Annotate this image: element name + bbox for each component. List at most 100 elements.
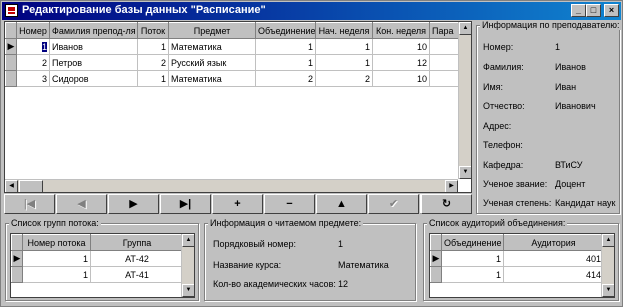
table-cell[interactable]: 1: [137, 70, 169, 87]
table-cell[interactable]: 1: [137, 38, 169, 55]
scroll-up-icon[interactable]: ▲: [182, 234, 194, 247]
column-header-union[interactable]: Объединение: [441, 234, 504, 251]
column-header-stream[interactable]: Поток: [137, 22, 169, 39]
subject-info-caption: Информация о читаемом предмете:: [208, 218, 364, 228]
table-cell[interactable]: 2: [137, 54, 169, 71]
groups-group: Список групп потока: Номер потока Группа…: [5, 218, 199, 301]
teacher-info-group: Информация по преподавателю: Номер: 1 Фа…: [476, 20, 622, 214]
maximize-button[interactable]: □: [586, 4, 601, 17]
nav-post-button[interactable]: ✔: [368, 194, 419, 214]
table-cell[interactable]: АТ-41: [90, 266, 184, 283]
table-cell[interactable]: 1: [441, 250, 504, 267]
row-indicator: [5, 70, 17, 87]
table-row[interactable]: ▶ 1 Иванов 1 Математика 1 1 10: [5, 38, 471, 55]
minimize-button[interactable]: _: [571, 4, 586, 17]
teacher-field-label: Номер:: [483, 42, 514, 52]
subject-info-group: Информация о читаемом предмете: Порядков…: [204, 218, 416, 301]
table-cell[interactable]: 1: [22, 250, 91, 267]
teacher-field-value: Доцент: [555, 179, 586, 189]
teacher-field-label: Ученое звание:: [483, 179, 548, 189]
table-cell[interactable]: 1: [22, 266, 91, 283]
table-row[interactable]: 1 АТ-41: [11, 266, 184, 283]
current-row-indicator-icon: ▶: [5, 38, 17, 55]
column-header-stream-number[interactable]: Номер потока: [22, 234, 91, 251]
table-cell[interactable]: 401: [503, 250, 604, 267]
table-row[interactable]: ▶ 1 АТ-42: [11, 250, 184, 267]
column-header-union[interactable]: Объединение: [255, 22, 316, 39]
table-cell[interactable]: АТ-42: [90, 250, 184, 267]
scroll-right-icon[interactable]: ▶: [445, 180, 458, 192]
scroll-up-icon[interactable]: ▲: [602, 234, 614, 247]
table-cell[interactable]: Иванов: [49, 38, 138, 55]
nav-next-button[interactable]: ▶: [108, 194, 159, 214]
column-header-subject[interactable]: Предмет: [168, 22, 256, 39]
table-cell[interactable]: 1: [441, 266, 504, 283]
nav-prior-button[interactable]: ◀: [56, 194, 107, 214]
nav-delete-button[interactable]: −: [264, 194, 315, 214]
subject-field-value: 1: [338, 239, 344, 249]
table-row[interactable]: 3 Сидоров 1 Математика 2 2 10: [5, 70, 471, 87]
row-indicator-header: [430, 234, 442, 251]
scroll-up-icon[interactable]: ▲: [459, 22, 471, 35]
scroll-down-icon[interactable]: ▼: [459, 166, 471, 179]
schedule-horizontal-scrollbar[interactable]: ◀ ▶: [5, 179, 458, 192]
teacher-field-label: Адрес:: [483, 121, 512, 131]
nav-insert-button[interactable]: +: [212, 194, 263, 214]
schedule-grid[interactable]: Номер Фамилия препод-ля Поток Предмет Об…: [4, 21, 472, 193]
table-cell[interactable]: 2: [16, 54, 50, 71]
table-row[interactable]: ▶ 1 401: [430, 250, 604, 267]
scroll-down-icon[interactable]: ▼: [182, 284, 194, 297]
table-cell[interactable]: 2: [255, 70, 316, 87]
column-header-number[interactable]: Номер: [16, 22, 50, 39]
table-cell[interactable]: 12: [372, 54, 430, 71]
table-row[interactable]: 1 414: [430, 266, 604, 283]
table-cell[interactable]: 1: [315, 54, 373, 71]
schedule-vertical-scrollbar[interactable]: ▲ ▼: [458, 22, 471, 179]
table-cell[interactable]: 1: [255, 38, 316, 55]
column-header-start-week[interactable]: Нач. неделя: [315, 22, 373, 39]
teacher-field-label: Фамилия:: [483, 62, 524, 72]
table-cell[interactable]: 1: [41, 41, 47, 52]
scroll-left-icon[interactable]: ◀: [5, 180, 18, 192]
db-navigator: |◀ ◀ ▶ ▶| + − ▲ ✔ ✕: [4, 194, 472, 214]
row-indicator-header: [5, 22, 17, 39]
table-row[interactable]: 2 Петров 2 Русский язык 1 1 12: [5, 54, 471, 71]
table-cell[interactable]: 1: [315, 38, 373, 55]
column-header-teacher[interactable]: Фамилия препод-ля: [49, 22, 138, 39]
rooms-vertical-scrollbar[interactable]: ▲ ▼: [601, 234, 614, 297]
table-cell[interactable]: 1: [255, 54, 316, 71]
table-cell[interactable]: Русский язык: [168, 54, 256, 71]
groups-header-row: Номер потока Группа: [11, 234, 184, 251]
column-header-end-week[interactable]: Кон. неделя: [372, 22, 430, 39]
table-cell[interactable]: 3: [16, 70, 50, 87]
subject-field-label: Название курса:: [213, 260, 282, 270]
table-cell[interactable]: Математика: [168, 38, 256, 55]
current-row-indicator-icon: ▶: [11, 250, 23, 267]
rooms-table: Объединение Аудитория ▶ 1 401 1 414: [430, 234, 604, 283]
rooms-grid[interactable]: Объединение Аудитория ▶ 1 401 1 414 ▲ ▼: [429, 233, 615, 298]
table-cell[interactable]: Математика: [168, 70, 256, 87]
table-cell[interactable]: 414: [503, 266, 604, 283]
close-button[interactable]: ×: [604, 4, 619, 17]
nav-first-button[interactable]: |◀: [4, 194, 55, 214]
subject-field-label: Кол-во академических часов:: [213, 279, 336, 289]
groups-vertical-scrollbar[interactable]: ▲ ▼: [181, 234, 194, 297]
table-cell[interactable]: 10: [372, 70, 430, 87]
groups-grid[interactable]: Номер потока Группа ▶ 1 АТ-42 1 АТ-41 ▲ …: [10, 233, 195, 298]
table-cell[interactable]: 10: [372, 38, 430, 55]
nav-last-button[interactable]: ▶|: [160, 194, 211, 214]
table-cell[interactable]: 2: [315, 70, 373, 87]
teacher-info-caption: Информация по преподавателю:: [480, 20, 622, 30]
title-bar[interactable]: Редактирование базы данных "Расписание" …: [2, 2, 621, 20]
app-icon[interactable]: [5, 4, 18, 17]
nav-edit-button[interactable]: ▲: [316, 194, 367, 214]
table-cell[interactable]: Сидоров: [49, 70, 138, 87]
table-cell[interactable]: Петров: [49, 54, 138, 71]
scroll-down-icon[interactable]: ▼: [602, 284, 614, 297]
schedule-table: Номер Фамилия препод-ля Поток Предмет Об…: [5, 22, 471, 87]
column-header-group[interactable]: Группа: [90, 234, 184, 251]
nav-refresh-button[interactable]: ↻: [421, 194, 472, 214]
rooms-group: Список аудиторий объединения: Объединени…: [423, 218, 619, 301]
column-header-room[interactable]: Аудитория: [503, 234, 604, 251]
scroll-thumb[interactable]: [19, 180, 43, 192]
